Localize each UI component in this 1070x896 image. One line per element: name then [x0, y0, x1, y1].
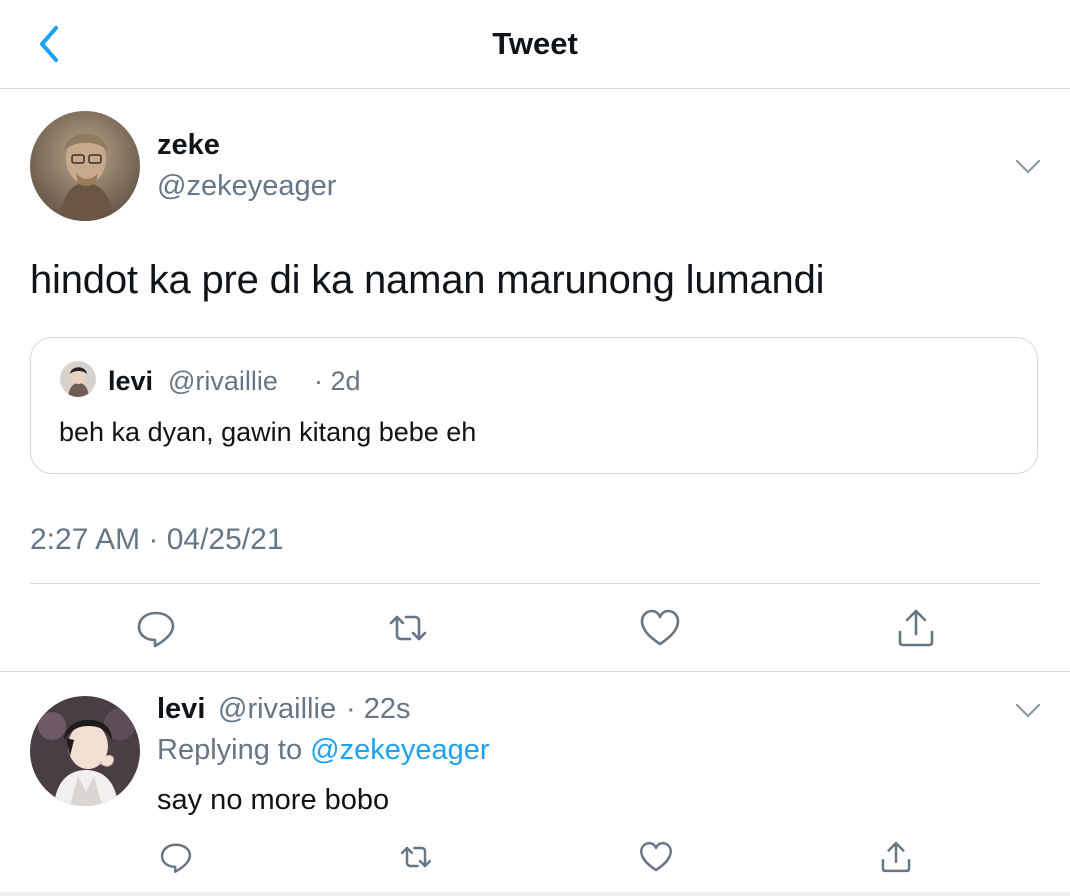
- more-options-button[interactable]: [1014, 152, 1042, 180]
- like-button[interactable]: [638, 606, 682, 650]
- reply-retweet-button[interactable]: [398, 839, 434, 875]
- reply-text: say no more bobo: [157, 784, 390, 816]
- avatar-image: [60, 361, 96, 397]
- reply-avatar[interactable]: [30, 696, 140, 806]
- avatar[interactable]: [30, 111, 140, 221]
- page-title: Tweet: [492, 26, 578, 61]
- reply-icon: [137, 611, 175, 648]
- quoted-author-handle: @rivaillie: [168, 366, 278, 396]
- author-name[interactable]: zeke: [157, 129, 220, 162]
- retweet-icon: [389, 615, 427, 641]
- bottom-edge: [0, 892, 1070, 896]
- quoted-time: · 2d: [314, 366, 361, 396]
- quoted-avatar: [60, 361, 96, 397]
- tweet-timestamp: 2:27 AM · 04/25/21: [30, 523, 284, 556]
- retweet-icon: [400, 846, 432, 868]
- share-icon: [881, 841, 911, 873]
- avatar-image: [30, 111, 140, 221]
- chevron-down-icon: [1015, 703, 1041, 718]
- reply-reply-button[interactable]: [158, 839, 194, 875]
- reply-button[interactable]: [134, 606, 178, 650]
- reply-author-name[interactable]: levi: [157, 693, 205, 726]
- divider: [0, 671, 1070, 672]
- tweet-text: hindot ka pre di ka naman marunong luman…: [30, 258, 825, 302]
- quoted-text: beh ka dyan, gawin kitang bebe eh: [59, 417, 477, 447]
- heart-icon: [640, 609, 680, 646]
- reply-icon: [160, 843, 192, 873]
- quoted-tweet-card[interactable]: [30, 337, 1038, 474]
- author-handle[interactable]: @zekeyeager: [157, 170, 336, 203]
- divider: [30, 583, 1040, 584]
- quoted-author-name: levi: [108, 366, 154, 396]
- reply-author-handle[interactable]: @rivaillie: [218, 693, 336, 726]
- avatar-image: [30, 696, 140, 806]
- replying-to: Replying to @zekeyeager: [157, 734, 490, 767]
- reply-like-button[interactable]: [638, 839, 674, 875]
- reply-share-button[interactable]: [878, 839, 914, 875]
- retweet-button[interactable]: [386, 606, 430, 650]
- top-bar: Tweet: [0, 0, 1070, 89]
- reply-time: · 22s: [346, 693, 411, 725]
- replying-to-label: Replying to: [157, 734, 303, 766]
- chevron-down-icon: [1015, 159, 1041, 174]
- share-icon: [898, 609, 934, 647]
- reply-more-options-button[interactable]: [1014, 696, 1042, 724]
- replying-to-user-link[interactable]: @zekeyeager: [310, 734, 489, 766]
- share-button[interactable]: [894, 606, 938, 650]
- heart-icon: [640, 841, 672, 872]
